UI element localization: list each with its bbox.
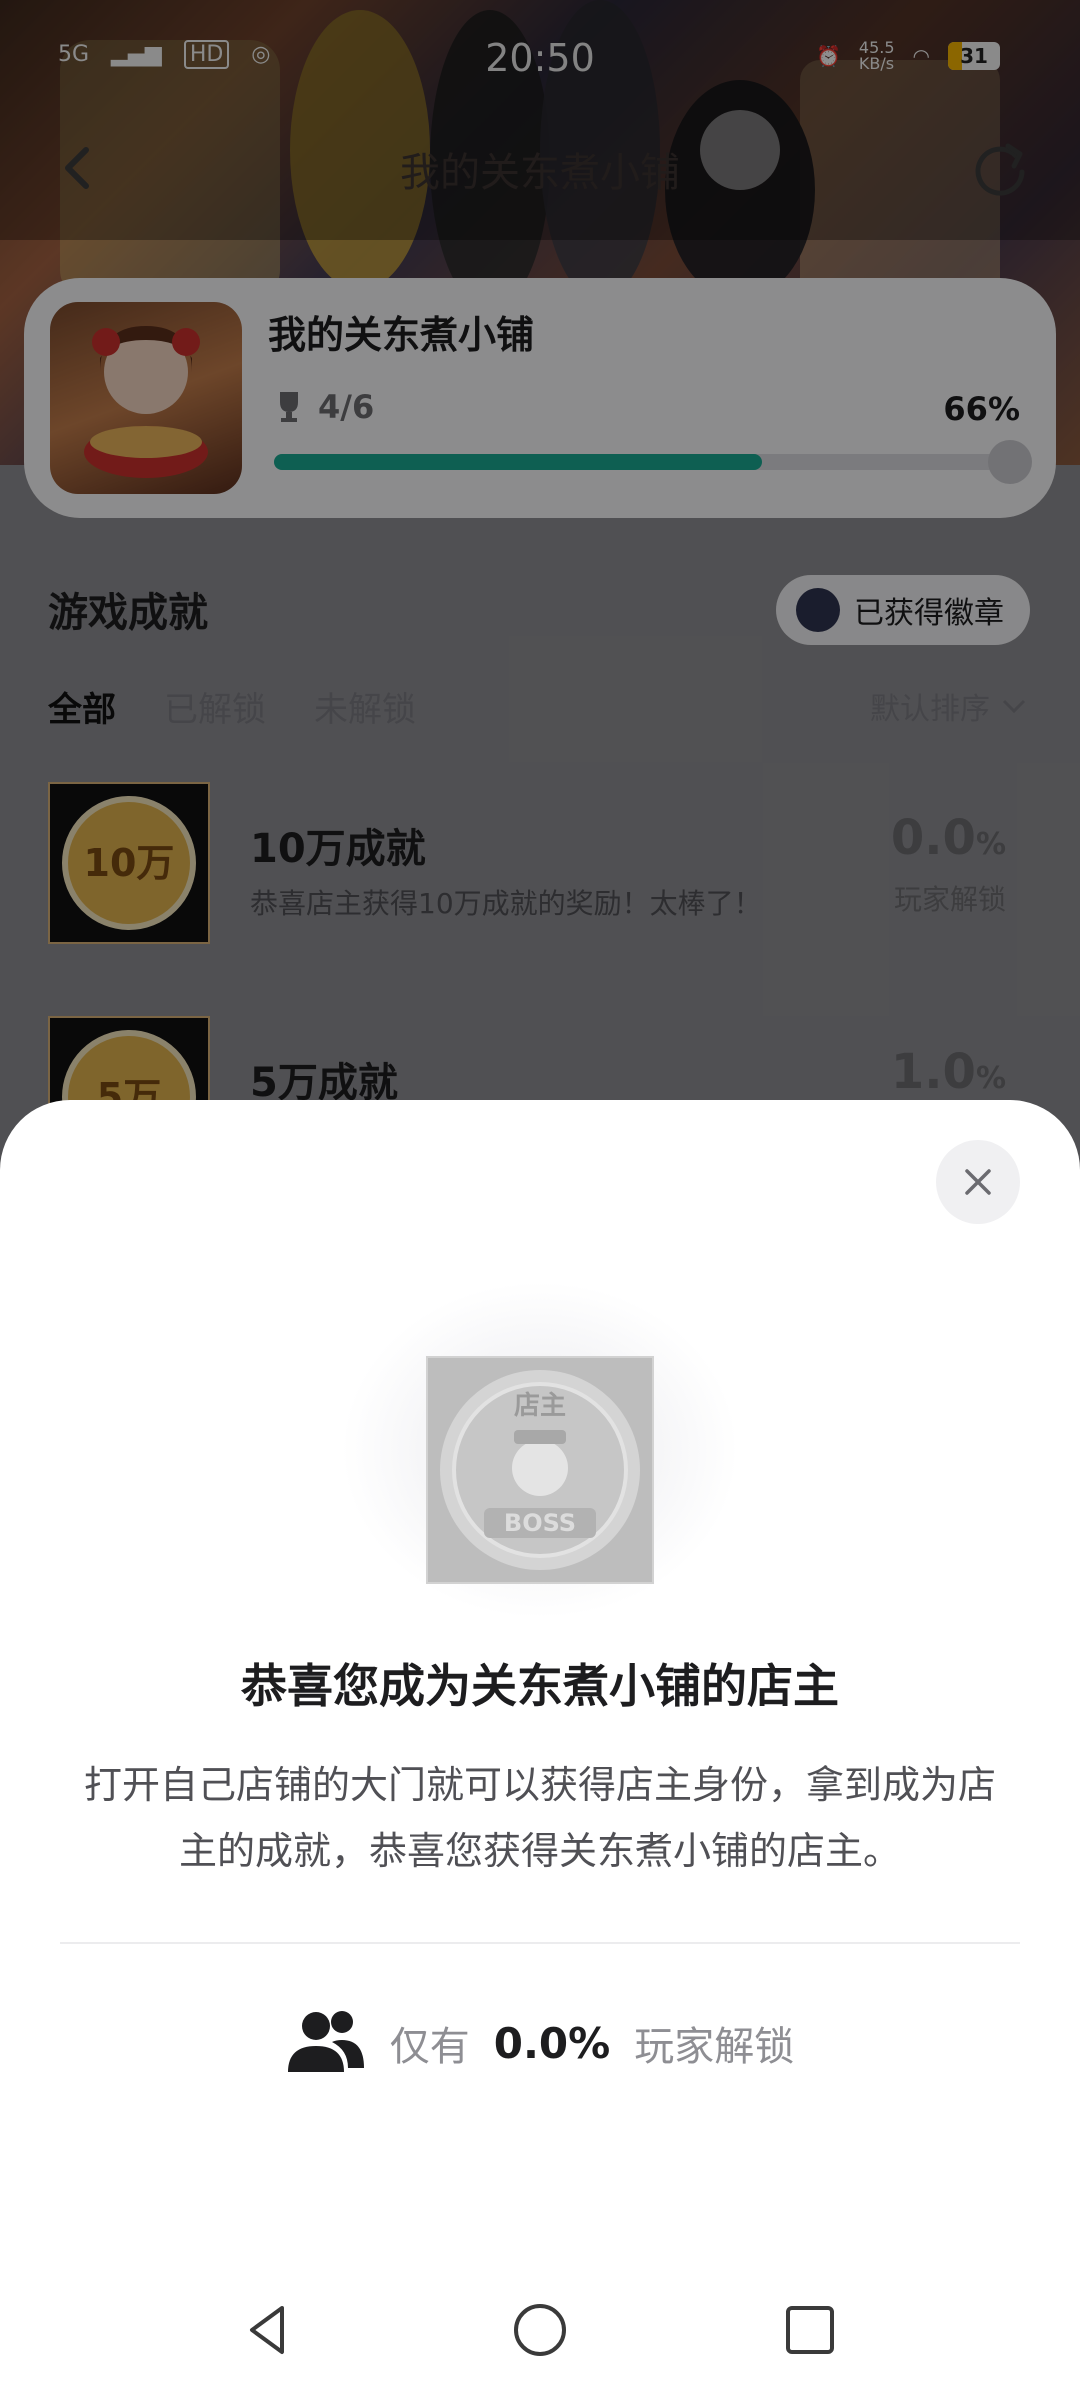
boss-badge-illustration: 店主 BOSS xyxy=(440,1370,640,1570)
users-icon xyxy=(287,2011,364,2072)
achievement-detail-description: 打开自己店铺的大门就可以获得店主身份，拿到成为店主的成就，恭喜您获得关东煮小铺的… xyxy=(83,1763,996,1873)
badge-top-text: 店主 xyxy=(514,1391,566,1421)
achievement-detail-title: 恭喜您成为关东煮小铺的店主 xyxy=(241,1659,839,1713)
badge-bottom-text: BOSS xyxy=(504,1509,576,1537)
badge-display: 店主 BOSS xyxy=(0,1280,1080,1620)
close-button[interactable] xyxy=(936,1140,1020,1224)
nav-home-icon[interactable] xyxy=(510,2300,570,2360)
badge-image: 店主 BOSS xyxy=(426,1356,654,1584)
divider xyxy=(60,1942,1020,1944)
unlock-suffix: 玩家解锁 xyxy=(634,2024,795,2070)
system-navigation-bar xyxy=(0,2300,1080,2380)
unlock-percent: 0.0% xyxy=(493,2018,611,2068)
nav-recents-icon[interactable] xyxy=(780,2300,840,2360)
nav-back-icon[interactable] xyxy=(238,2300,298,2360)
unlock-stats: 仅有 0.0% 玩家解锁 xyxy=(0,2010,1080,2076)
close-icon xyxy=(965,1169,991,1195)
unlock-prefix: 仅有 xyxy=(389,2024,470,2070)
achievement-detail-sheet: 店主 BOSS 恭喜您成为关东煮小铺的店主 打开自己店铺的大门就可以获得店主身份… xyxy=(0,1100,1080,2400)
